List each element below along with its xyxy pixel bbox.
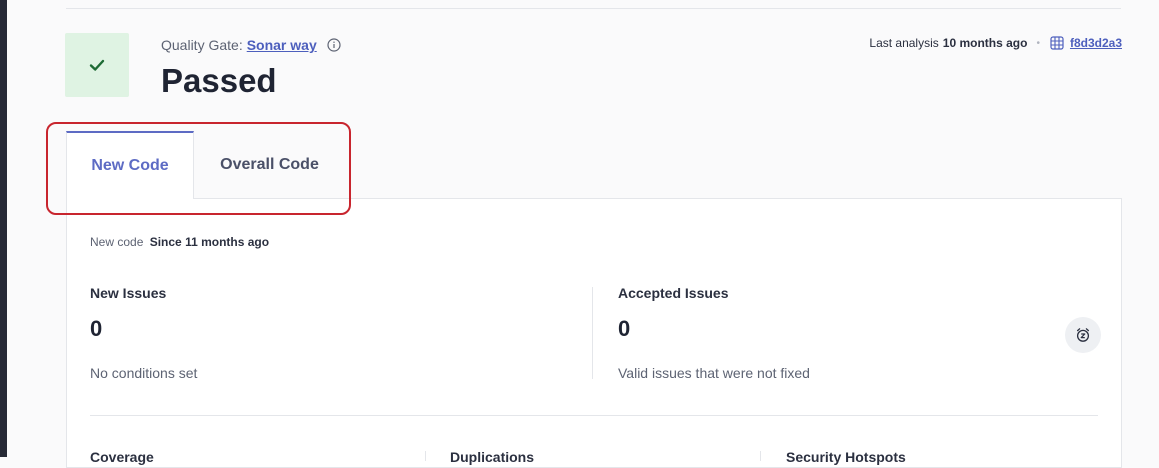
accepted-issues-subtitle: Valid issues that were not fixed: [618, 365, 810, 381]
bottom-divider-1: [425, 451, 426, 461]
new-issues-title: New Issues: [90, 285, 167, 301]
accepted-issues-value[interactable]: 0: [618, 316, 630, 342]
accepted-issues-title: Accepted Issues: [618, 285, 729, 301]
new-issues-subtitle: No conditions set: [90, 365, 198, 381]
new-code-period: New code Since 11 months ago: [90, 235, 269, 249]
new-issues-value[interactable]: 0: [90, 316, 102, 342]
duplications-title: Duplications: [450, 449, 535, 465]
top-divider: [66, 8, 1121, 9]
commit-icon: [1050, 36, 1064, 50]
bottom-divider-2: [760, 451, 761, 461]
last-analysis-time: 10 months ago: [942, 36, 1028, 50]
commit-hash[interactable]: f8d3d2a3: [1070, 36, 1122, 50]
code-tabs: New Code Overall Code: [66, 131, 345, 199]
quality-gate-label: Quality Gate:: [161, 37, 243, 53]
tab-new-code[interactable]: New Code: [66, 131, 194, 199]
section-divider: [90, 415, 1098, 416]
commit-link[interactable]: f8d3d2a3: [1049, 35, 1122, 51]
metric-divider: [592, 287, 593, 379]
info-icon[interactable]: [327, 38, 341, 52]
quality-gate-label-row: Quality Gate: Sonar way: [161, 37, 341, 53]
coverage-title: Coverage: [90, 449, 154, 465]
last-analysis-info: Last analysis 10 months ago • f8d3d2a3: [869, 35, 1122, 51]
snooze-button[interactable]: [1065, 317, 1101, 353]
security-hotspots-title: Security Hotspots: [786, 449, 906, 465]
separator-dot: •: [1036, 37, 1040, 49]
check-icon: [89, 59, 105, 71]
new-code-since: Since 11 months ago: [149, 235, 270, 249]
app-sidebar-edge: [0, 0, 7, 457]
quality-gate-link[interactable]: Sonar way: [247, 37, 317, 53]
quality-gate-status: Passed: [161, 62, 277, 99]
snooze-icon: [1076, 328, 1090, 342]
tab-overall-code[interactable]: Overall Code: [194, 131, 345, 199]
new-code-label: New code: [90, 235, 144, 249]
last-analysis-label: Last analysis: [869, 36, 939, 50]
quality-gate-status-badge: [65, 33, 129, 97]
